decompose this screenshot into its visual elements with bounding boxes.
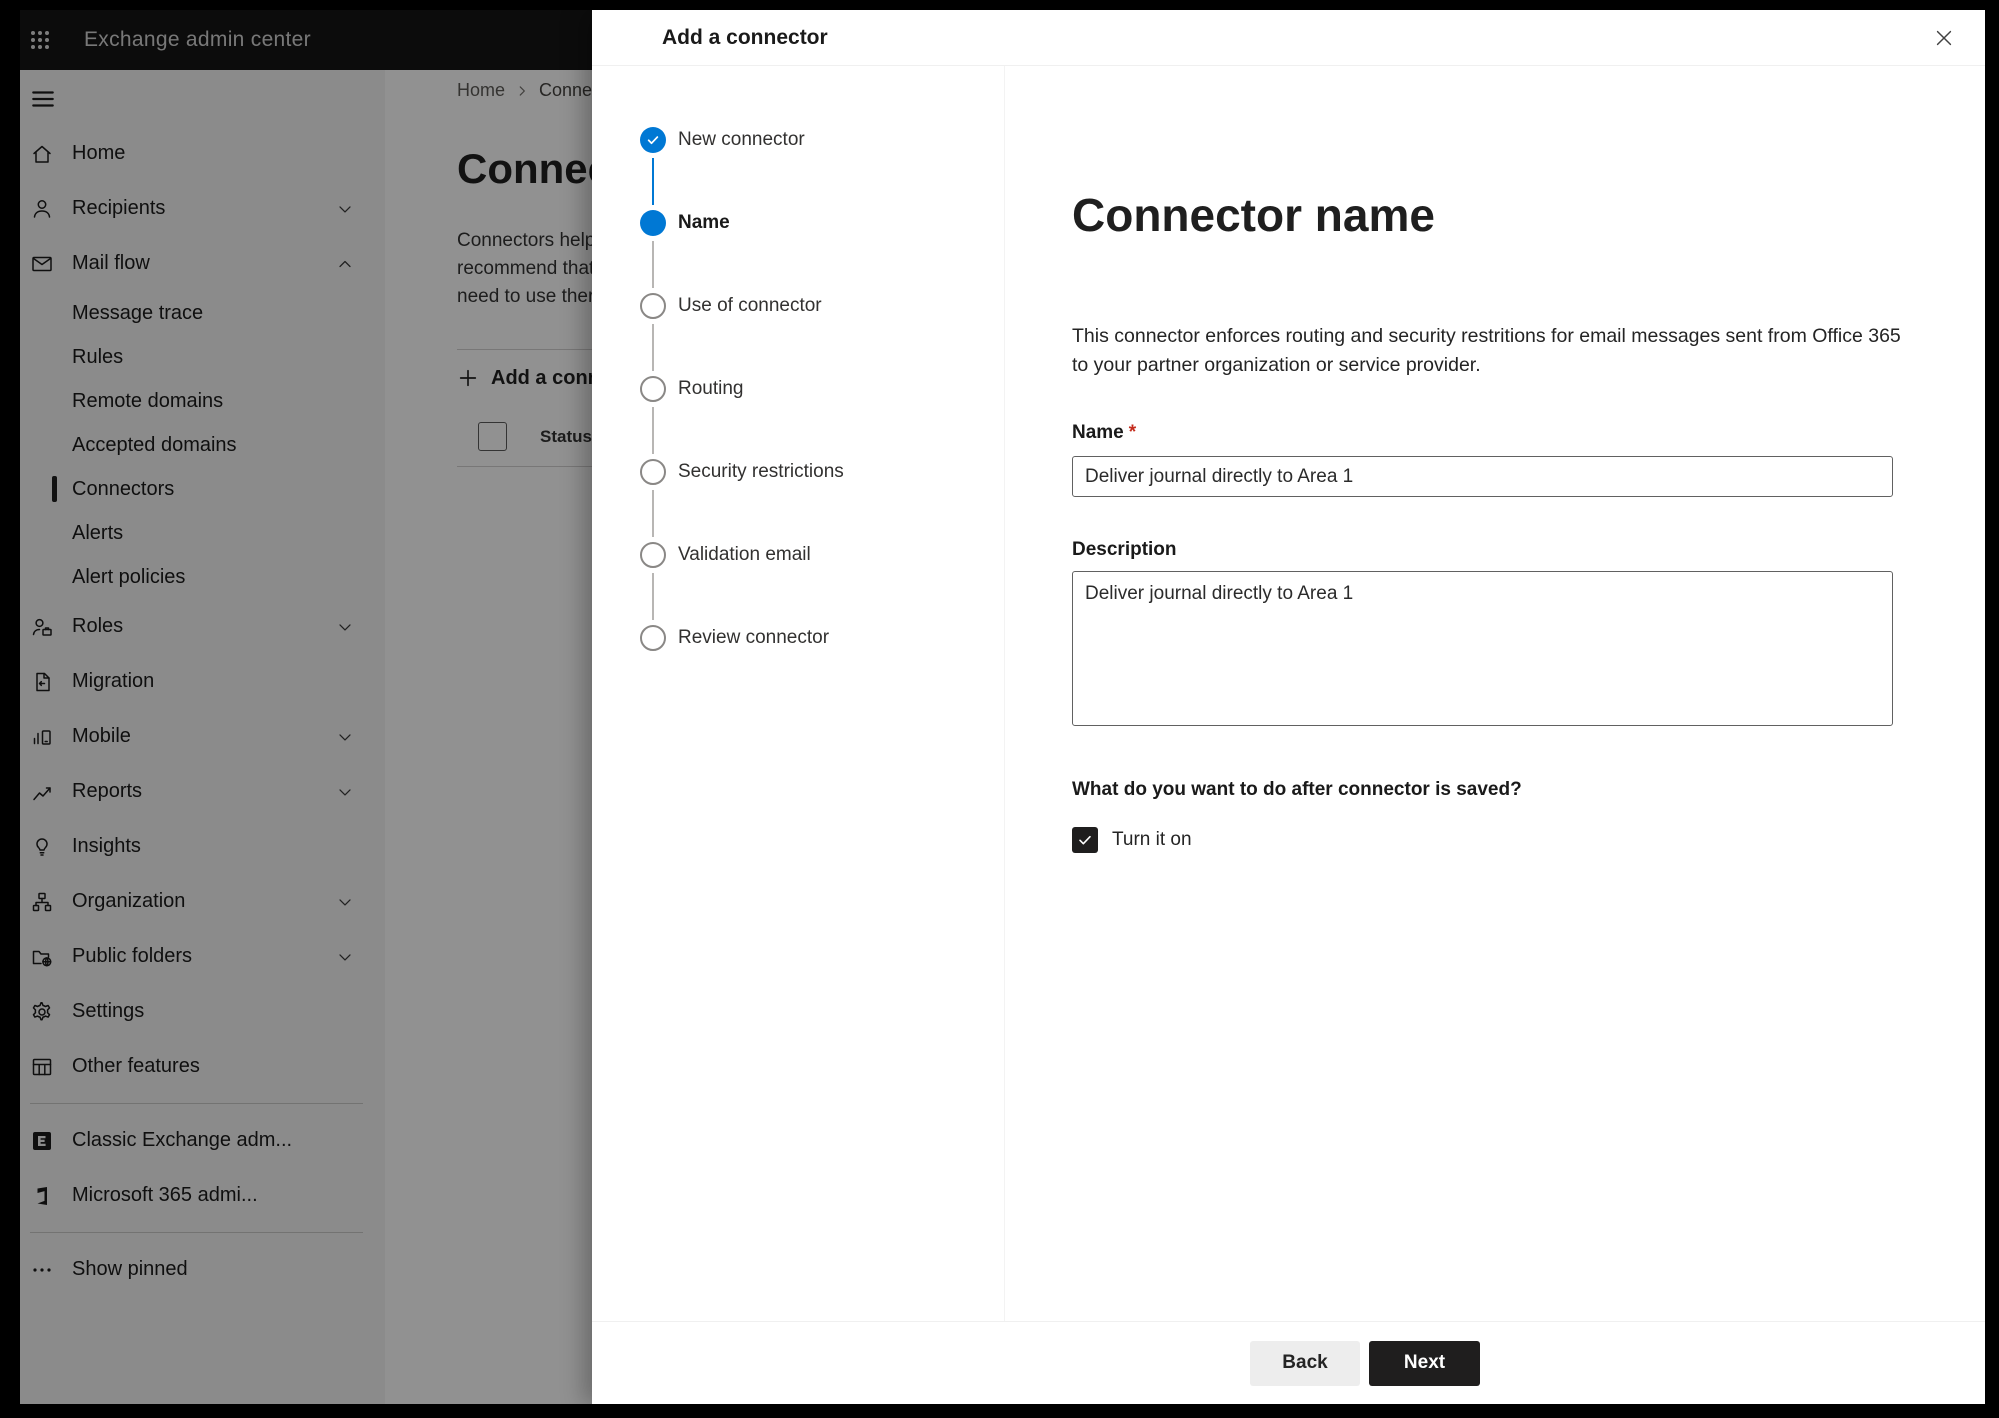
step-heading: Connector name [1072,189,1435,241]
turn-it-on-label: Turn it on [1112,829,1192,850]
wizard-step-label: Use of connector [678,295,822,316]
step-description: This connector enforces routing and secu… [1072,325,1901,376]
dialog-header: Add a connector [592,10,1985,66]
wizard-step-validation-email[interactable]: Validation email [640,542,1004,625]
wizard-step-new-connector[interactable]: New connector [640,127,1004,210]
wizard-step-label: Routing [678,378,744,399]
step-connector-line [652,241,654,288]
next-button[interactable]: Next [1369,1340,1480,1386]
dialog-title: Add a connector [662,25,828,49]
wizard-step-use-of-connector[interactable]: Use of connector [640,293,1004,376]
step-pending-icon [640,376,666,402]
wizard-steps: New connector Name Use of connector Routing… [592,66,1005,1321]
turn-it-on-checkbox-row[interactable]: Turn it on [1072,827,1925,853]
after-save-question: What do you want to do after connector i… [1072,779,1522,800]
dialog-footer: Back Next [592,1321,1985,1404]
wizard-step-label: Validation email [678,544,811,565]
dialog-content: Connector name This connector enforces r… [1005,66,1985,1321]
wizard-step-label: Name [678,212,730,233]
add-connector-dialog: Add a connector New connector Name Use of … [592,10,1985,1404]
dialog-body: New connector Name Use of connector Routing… [592,66,1985,1321]
wizard-step-name[interactable]: Name [640,210,1004,293]
step-connector-line [652,324,654,371]
connector-description-textarea[interactable]: Deliver journal directly to Area 1 [1072,571,1893,726]
wizard-step-review-connector[interactable]: Review connector [640,625,1004,708]
connector-name-input[interactable] [1072,456,1893,497]
checkbox-checked-icon [1072,827,1098,853]
wizard-step-routing[interactable]: Routing [640,376,1004,459]
back-button[interactable]: Back [1250,1340,1360,1386]
step-pending-icon [640,293,666,319]
step-pending-icon [640,542,666,568]
step-connector-line [652,490,654,537]
step-connector-line [652,158,654,205]
screen: Exchange admin center Home Recipients Mail… [20,10,1985,1404]
close-icon[interactable] [1929,23,1959,53]
wizard-step-security-restrictions[interactable]: Security restrictions [640,459,1004,542]
step-connector-line [652,407,654,454]
step-pending-icon [640,459,666,485]
required-asterisk: * [1128,422,1137,443]
step-pending-icon [640,625,666,651]
name-field-label: Name * [1072,422,1137,443]
description-field-label: Description [1072,539,1177,560]
wizard-step-label: Review connector [678,627,830,648]
wizard-step-label: New connector [678,129,805,150]
step-active-icon [640,210,666,236]
step-connector-line [652,573,654,620]
wizard-step-label: Security restrictions [678,461,844,482]
step-completed-icon [640,127,666,153]
